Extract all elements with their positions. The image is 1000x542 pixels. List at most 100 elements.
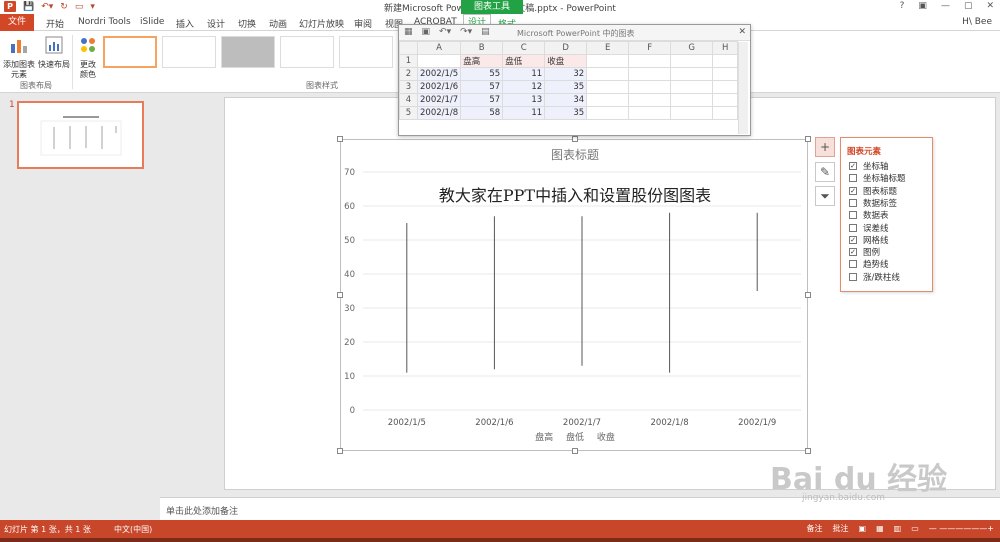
checkbox-icon[interactable] [849,211,857,220]
slide-thumbnail-1[interactable] [17,101,144,169]
cell-header-close[interactable]: 收盘 [544,54,588,68]
chart-style-2[interactable] [162,36,216,68]
spreadsheet-grid[interactable]: A B C D E F G H 1 盘高 盘低 收盘 2 2002/1/5 55 11… [399,41,739,120]
cell-close[interactable]: 35 [544,80,588,94]
checkbox-checked-icon[interactable]: ✓ [849,235,857,244]
cell-high[interactable]: 58 [460,106,504,120]
chart-element-option[interactable]: ✓ 图表标题 [849,185,897,197]
cell-low[interactable]: 11 [502,106,546,120]
chart-element-option[interactable]: 趋势线 [849,258,889,270]
cell-date[interactable]: 2002/1/5 [416,67,462,81]
checkbox-icon[interactable] [849,174,857,183]
column-header[interactable]: F [628,41,672,55]
chart-element-option[interactable]: 坐标轴标题 [849,172,906,184]
cell-close[interactable]: 35 [544,106,588,120]
quick-layout-button[interactable]: 快速布局 [36,35,72,70]
tab-home[interactable]: 开始 [46,17,64,30]
cell[interactable] [586,93,630,107]
row-header[interactable]: 5 [399,106,418,120]
cell-close[interactable]: 34 [544,93,588,107]
change-colors-button[interactable]: 更改 颜色 [75,35,101,80]
chart-style-3[interactable] [221,36,275,68]
resize-handle-bl[interactable] [337,448,343,454]
cell-low[interactable]: 13 [502,93,546,107]
slide-sorter-icon[interactable]: ▦ [876,524,884,533]
language-status[interactable]: 中文(中国) [114,524,152,535]
zoom-slider[interactable]: — ——————+ [929,524,994,533]
add-chart-element-button[interactable]: 添加图表 元素 [2,35,36,80]
edit-in-excel-icon[interactable]: ▤ [481,27,490,37]
chart-styles-button[interactable]: ✎ [815,162,835,182]
chart-filters-button[interactable]: ⏷ [815,186,835,206]
slideshow-icon[interactable]: ▭ [911,524,919,533]
checkbox-icon[interactable] [849,272,857,281]
cell[interactable] [712,54,739,68]
cell-date[interactable]: 2002/1/8 [416,106,462,120]
cell-high[interactable]: 57 [460,80,504,94]
tab-transitions[interactable]: 切换 [238,17,256,30]
tab-islide[interactable]: iSlide [140,17,164,27]
cell[interactable] [628,106,672,120]
stock-chart-plot[interactable]: 0 10 20 30 40 50 60 70 2002/1/5 2002/1/6 2002/1/7 2… [341,140,809,452]
corner-cell[interactable] [399,41,418,55]
chart-area[interactable]: 图表标题 教大家在PPT中插入和设置股份图图表 0 10 20 30 40 50 60 70 2… [337,136,811,454]
cell[interactable] [712,80,739,94]
row-header[interactable]: 1 [399,54,418,68]
resize-handle-tr[interactable] [805,136,811,142]
cell-header-high[interactable]: 盘高 [460,54,504,68]
column-header[interactable]: D [544,41,588,55]
cell[interactable] [712,67,739,81]
cell-high[interactable]: 57 [460,93,504,107]
chart-legend[interactable]: 盘高 盘低 收盘 [341,430,809,443]
chart-element-option[interactable]: 数据表 [849,209,889,221]
resize-handle-t[interactable] [572,136,578,142]
vertical-scrollbar[interactable] [738,42,748,134]
ribbon-display-icon[interactable]: ▣ [918,1,927,11]
column-header[interactable]: E [586,41,630,55]
cell-date[interactable]: 2002/1/6 [416,80,462,94]
cell[interactable] [670,67,714,81]
chart-element-option[interactable]: ✓ 坐标轴 [849,160,889,172]
cell[interactable] [628,67,672,81]
cell[interactable] [586,67,630,81]
maximize-icon[interactable]: ▢ [964,1,973,11]
checkbox-checked-icon[interactable]: ✓ [849,162,857,170]
redo-icon[interactable]: ↷▾ [460,27,472,37]
notes-toggle-button[interactable]: 备注 [807,523,823,534]
tab-file[interactable]: 文件 [0,14,34,31]
cell[interactable] [670,80,714,94]
cell[interactable] [628,54,672,68]
cell-low[interactable]: 11 [502,67,546,81]
tab-slideshow[interactable]: 幻灯片放映 [299,17,344,30]
slide-count-status[interactable]: 幻灯片 第 1 张，共 1 张 [4,524,91,535]
cell[interactable] [586,106,630,120]
chart-element-option[interactable]: ✓ 网格线 [849,234,889,246]
chart-elements-button[interactable]: + [815,137,835,157]
cell[interactable] [712,106,739,120]
column-header[interactable]: B [460,41,504,55]
cell[interactable] [670,93,714,107]
cell-header-low[interactable]: 盘低 [502,54,546,68]
tab-design[interactable]: 设计 [207,17,225,30]
chart-style-1[interactable] [103,36,157,68]
checkbox-checked-icon[interactable]: ✓ [849,248,857,257]
undo-icon[interactable]: ↶▾ [439,27,451,37]
cell[interactable] [670,54,714,68]
user-name[interactable]: H\ Bee [962,17,992,27]
column-header[interactable]: H [712,41,739,55]
cell-date[interactable]: 2002/1/7 [416,93,462,107]
close-icon[interactable]: ✕ [986,1,994,11]
comments-toggle-button[interactable]: 批注 [833,523,849,534]
chart-style-5[interactable] [339,36,393,68]
column-header[interactable]: A [416,41,462,55]
chart-element-option[interactable]: 数据标签 [849,197,897,209]
cell-high[interactable]: 55 [460,67,504,81]
checkbox-checked-icon[interactable]: ✓ [849,186,857,195]
cell[interactable] [416,54,462,68]
resize-handle-tl[interactable] [337,136,343,142]
cell[interactable] [628,80,672,94]
tab-review[interactable]: 审阅 [354,17,372,30]
tab-insert[interactable]: 插入 [176,17,194,30]
row-header[interactable]: 2 [399,67,418,81]
cell[interactable] [586,80,630,94]
